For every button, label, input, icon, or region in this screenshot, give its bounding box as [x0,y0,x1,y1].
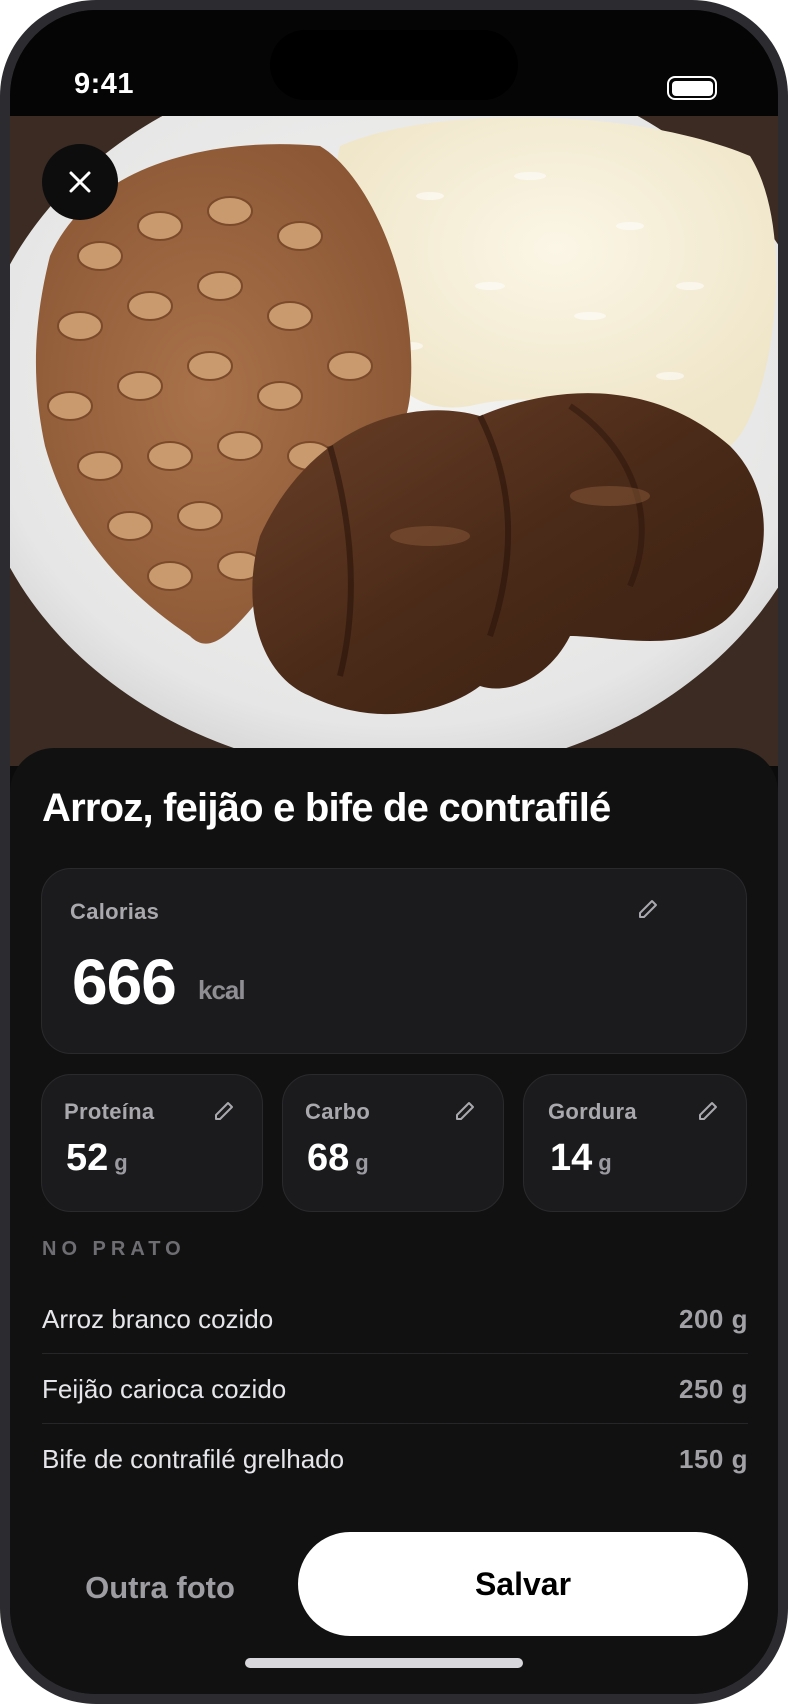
status-bar: 9:41 [10,10,778,116]
plate-item[interactable]: Bife de contrafilé grelhado 150 g [42,1424,748,1494]
plate-item-quantity: 250 g [679,1374,748,1404]
dynamic-island [270,30,518,100]
plate-item-quantity: 200 g [679,1304,748,1334]
food-photo [10,116,778,766]
save-button[interactable]: Salvar [298,1532,748,1636]
home-indicator[interactable] [245,1658,523,1668]
plate-item-name: Arroz branco cozido [42,1304,274,1334]
carbs-unit: g [355,1150,369,1175]
phone-frame: 9:41 Arroz, feijão e bife de contrafilé … [0,0,788,1704]
fat-label: Gordura [548,1099,637,1124]
calories-unit: kcal [198,975,246,1005]
close-icon [69,171,91,193]
protein-value: 52 g [66,1137,128,1179]
plate-item-name: Bife de contrafilé grelhado [42,1444,345,1474]
protein-card: Proteína 52 g [41,1074,263,1212]
screen: 9:41 Arroz, feijão e bife de contrafilé … [10,10,778,1694]
plate-section-label: NO PRATO [42,1238,186,1260]
meal-title: Arroz, feijão e bife de contrafilé [42,786,611,830]
meal-detail-sheet: Arroz, feijão e bife de contrafilé Calor… [10,748,778,1694]
carbs-card: Carbo 68 g [282,1074,504,1212]
fat-value: 14 g [550,1137,612,1179]
calories-label: Calorias [70,899,160,924]
plate-item-quantity: 150 g [679,1444,748,1474]
close-button[interactable] [42,144,118,220]
calories-card: Calorias 666 kcal [41,868,747,1054]
carbs-value: 68 g [307,1137,369,1179]
plate-item-name: Feijão carioca cozido [42,1374,287,1404]
battery-icon [667,76,717,100]
edit-protein-icon[interactable] [212,1099,236,1123]
status-time: 9:41 [74,68,135,100]
calories-value: 666 [72,946,177,1018]
other-photo-button[interactable]: Outra foto [50,1560,270,1616]
fat-unit: g [598,1150,612,1175]
protein-label: Proteína [64,1099,155,1124]
carbs-label: Carbo [305,1099,371,1124]
fat-card: Gordura 14 g [523,1074,747,1212]
edit-calories-icon[interactable] [636,897,660,921]
protein-unit: g [114,1150,128,1175]
edit-fat-icon[interactable] [696,1099,720,1123]
plate-item[interactable]: Feijão carioca cozido 250 g [42,1354,748,1424]
edit-carbs-icon[interactable] [453,1099,477,1123]
plate-item[interactable]: Arroz branco cozido 200 g [42,1284,748,1354]
